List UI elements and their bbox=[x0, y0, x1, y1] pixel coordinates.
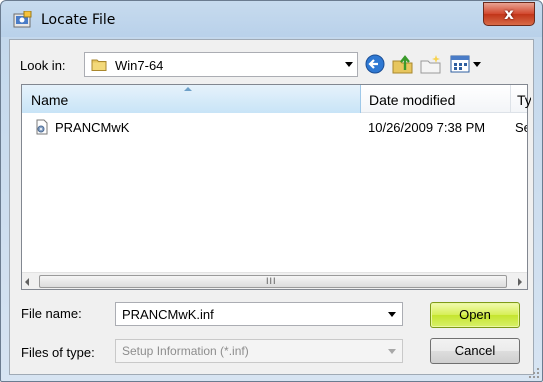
views-menu-icon[interactable] bbox=[449, 52, 483, 76]
column-header-name-label: Name bbox=[31, 92, 69, 108]
new-folder-icon[interactable] bbox=[419, 52, 443, 76]
files-of-type-label: Files of type: bbox=[21, 345, 95, 360]
close-button[interactable]: x bbox=[483, 2, 535, 26]
file-type-cell: Se bbox=[515, 120, 527, 135]
app-icon bbox=[13, 11, 32, 28]
file-name-input[interactable]: PRANCMwK.inf bbox=[115, 302, 403, 326]
chevron-down-icon[interactable] bbox=[388, 312, 396, 317]
resize-grip-icon[interactable] bbox=[528, 367, 540, 379]
sort-ascending-icon bbox=[184, 87, 192, 91]
column-header-date-label: Date modified bbox=[369, 92, 456, 108]
chevron-down-icon bbox=[388, 349, 396, 354]
column-header-row: Name Date modified Ty bbox=[22, 85, 531, 113]
chevron-down-icon bbox=[345, 62, 353, 67]
look-in-dropdown[interactable]: Win7-64 bbox=[84, 52, 358, 77]
look-in-value: Win7-64 bbox=[115, 58, 164, 73]
scroll-right-icon[interactable] bbox=[518, 278, 522, 286]
column-header-name[interactable]: Name bbox=[22, 85, 361, 113]
title-bar[interactable]: Locate File x bbox=[1, 1, 542, 39]
file-name-cell: PRANCMwK bbox=[55, 120, 130, 135]
file-name-value: PRANCMwK.inf bbox=[122, 307, 214, 322]
setup-file-icon bbox=[36, 119, 48, 135]
scroll-left-icon[interactable] bbox=[25, 278, 29, 286]
open-button[interactable]: Open bbox=[430, 302, 520, 328]
look-in-label: Look in: bbox=[20, 58, 66, 73]
file-date-cell: 10/26/2009 7:38 PM bbox=[368, 120, 486, 135]
files-of-type-value: Setup Information (*.inf) bbox=[122, 344, 249, 358]
window-title: Locate File bbox=[41, 12, 116, 28]
column-header-date-modified[interactable]: Date modified bbox=[361, 85, 511, 113]
file-list[interactable]: Name Date modified Ty PRANCMwK 10/26/200… bbox=[21, 84, 531, 290]
table-row[interactable]: PRANCMwK 10/26/2009 7:38 PM Se bbox=[22, 117, 527, 137]
back-icon[interactable] bbox=[364, 52, 386, 76]
scrollbar-grip: III bbox=[266, 276, 277, 286]
column-header-type-label: Ty bbox=[517, 92, 531, 108]
file-name-label: File name: bbox=[21, 306, 82, 321]
up-folder-icon[interactable] bbox=[391, 52, 415, 76]
files-of-type-dropdown[interactable]: Setup Information (*.inf) bbox=[115, 339, 403, 363]
scrollbar-thumb[interactable]: III bbox=[39, 275, 507, 288]
folder-icon bbox=[91, 59, 107, 71]
column-header-type[interactable]: Ty bbox=[511, 85, 531, 113]
cancel-button[interactable]: Cancel bbox=[430, 338, 520, 364]
horizontal-scrollbar[interactable]: III bbox=[22, 272, 527, 289]
